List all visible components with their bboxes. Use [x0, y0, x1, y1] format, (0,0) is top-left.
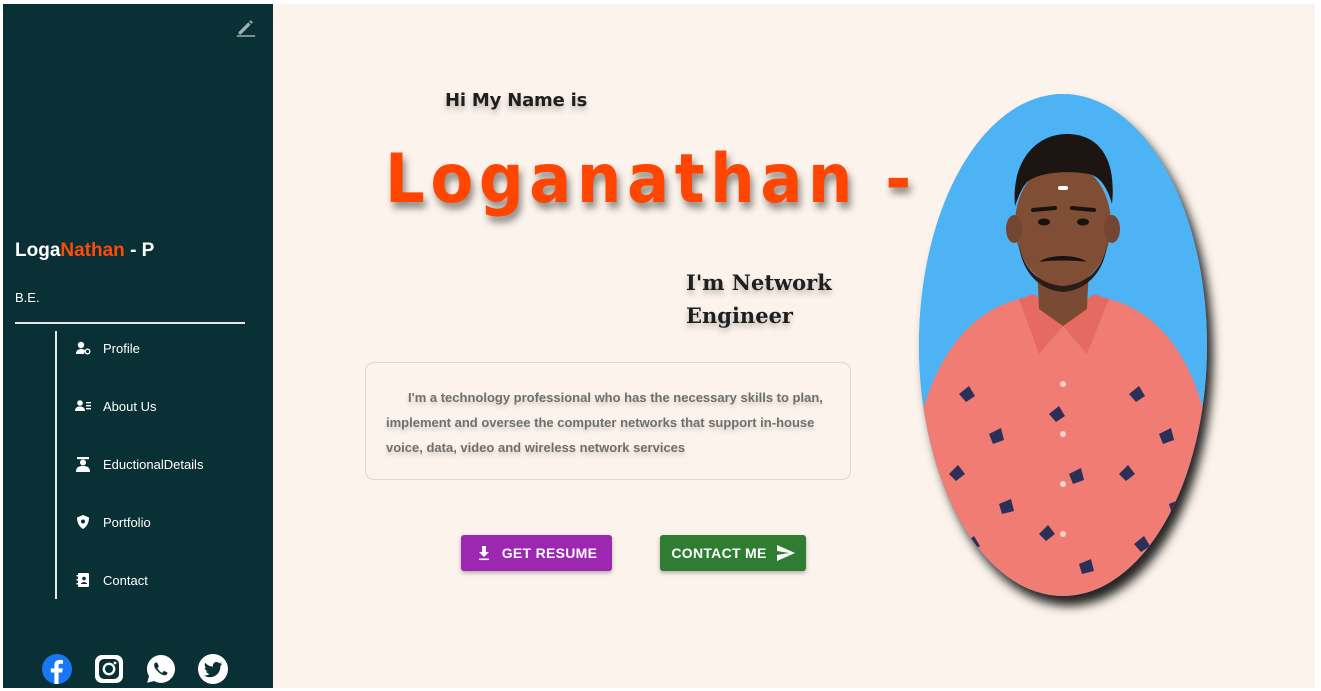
download-icon: [476, 545, 492, 561]
get-resume-button[interactable]: GET RESUME: [461, 535, 612, 571]
nav-label: Profile: [103, 340, 140, 356]
contact-me-button[interactable]: CONTACT ME: [660, 535, 806, 571]
brand-last: - P: [124, 240, 155, 261]
profile-illustration: [919, 94, 1207, 596]
divider: [15, 322, 245, 324]
sidebar: LogaNathan - P B.E. Profile About Us Edu…: [3, 4, 273, 688]
user-cog-icon: [75, 340, 91, 356]
send-icon: [776, 545, 795, 561]
contact-book-icon: [75, 572, 91, 588]
nav-label: Portfolio: [103, 514, 151, 530]
facebook-icon[interactable]: [41, 653, 73, 685]
about-card: I'm a technology professional who has th…: [365, 362, 851, 480]
twitter-icon[interactable]: [197, 653, 229, 685]
nav-item-profile[interactable]: Profile: [75, 337, 140, 359]
nav-item-about-us[interactable]: About Us: [75, 395, 156, 417]
contact-me-label: CONTACT ME: [671, 545, 767, 561]
nav-line: [55, 331, 57, 599]
role-line-1: I'm Network: [686, 270, 832, 295]
role-title: I'm Network Engineer: [686, 266, 836, 332]
about-text: I'm a technology professional who has th…: [386, 390, 823, 455]
nav-item-portfolio[interactable]: Portfolio: [75, 511, 151, 533]
main-content: Hi My Name is Loganathan - I'm Network E…: [273, 4, 1315, 688]
whatsapp-icon[interactable]: [145, 653, 177, 685]
graduate-icon: [75, 456, 91, 472]
brand-first: Loga: [15, 240, 61, 261]
get-resume-label: GET RESUME: [501, 545, 598, 561]
brand-name: LogaNathan - P: [15, 240, 154, 262]
pencil-icon[interactable]: [235, 16, 257, 38]
shield-icon: [75, 514, 91, 530]
profile-photo: [919, 94, 1207, 596]
instagram-icon[interactable]: [93, 653, 125, 685]
nav-label: About Us: [103, 398, 157, 414]
nav-label: Contact: [103, 572, 148, 588]
degree-label: B.E.: [15, 290, 40, 305]
role-line-2: Engineer: [686, 303, 793, 328]
hero-name: Loganathan -: [385, 140, 917, 219]
social-links: [41, 653, 229, 685]
nav-label: EductionalDetails: [103, 456, 204, 472]
nav-item-contact[interactable]: Contact: [75, 569, 148, 591]
contact-list-icon: [75, 398, 91, 414]
nav-item-educational-details[interactable]: EductionalDetails: [75, 453, 203, 475]
brand-accent: Nathan: [60, 240, 125, 261]
greeting: Hi My Name is: [445, 90, 588, 111]
